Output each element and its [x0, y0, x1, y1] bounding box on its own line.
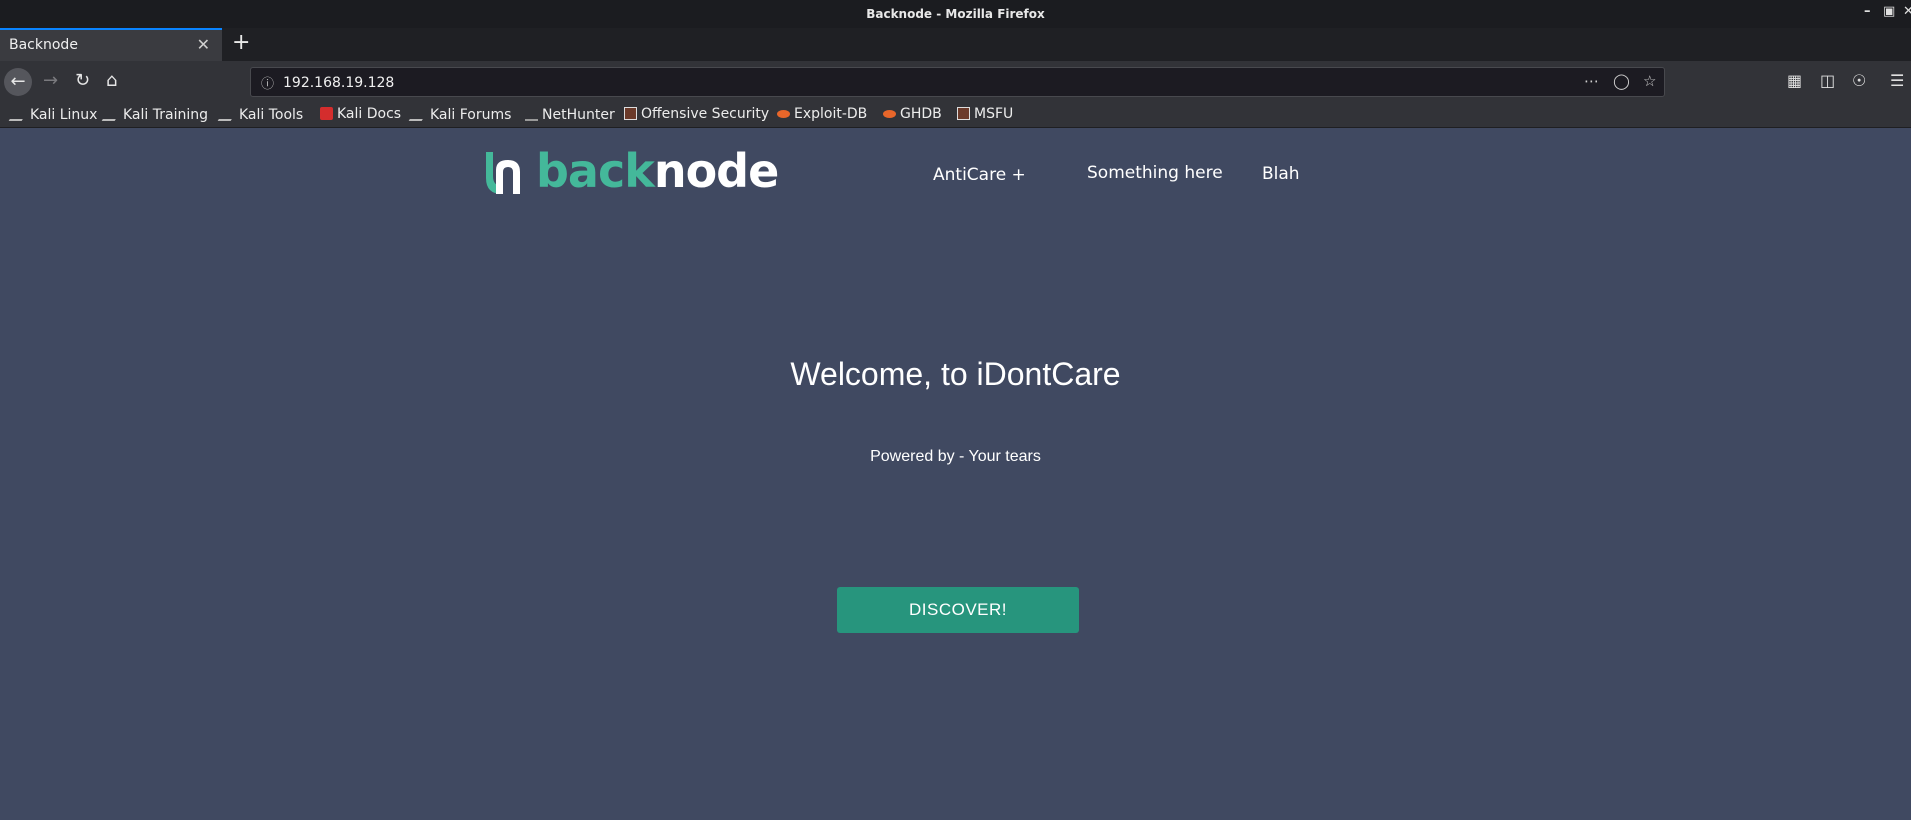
pocket-icon[interactable]: ◯: [1613, 72, 1630, 90]
discover-button[interactable]: DISCOVER!: [837, 587, 1079, 633]
exploit-db-icon: [777, 110, 790, 118]
hero-subtitle: Powered by - Your tears: [870, 448, 1041, 465]
nav-toolbar: ← → ↻ ⌂ ⓘ ⋯ ◯ ☆ ▦ ◫ ☉ ☰: [0, 61, 1911, 103]
tab-backnode[interactable]: Backnode ✕: [0, 28, 222, 61]
window-titlebar: Backnode - Mozilla Firefox – ▣ ✕: [0, 0, 1911, 28]
kali-docs-icon: [320, 107, 333, 120]
nav-blah[interactable]: Blah: [1262, 164, 1300, 184]
nethunter-icon: [525, 106, 538, 121]
kali-dragon-icon: [101, 106, 124, 121]
new-tab-icon[interactable]: +: [232, 30, 250, 55]
library-icon[interactable]: ▦: [1787, 71, 1802, 90]
bookmark-offensive-security[interactable]: Offensive Security: [624, 106, 769, 122]
logo-wordmark-back: back: [536, 144, 655, 198]
home-icon[interactable]: ⌂: [106, 70, 117, 91]
offsec-icon: [624, 107, 637, 120]
maximize-icon[interactable]: ▣: [1883, 4, 1895, 19]
hero-heading: Welcome, to iDontCare: [790, 356, 1121, 392]
nav-something-here[interactable]: Something here: [1087, 163, 1223, 183]
bookmark-kali-training[interactable]: Kali Training: [101, 106, 208, 123]
tab-bar: Backnode ✕ +: [0, 28, 1911, 61]
account-icon[interactable]: ☉: [1852, 71, 1866, 90]
window-title: Backnode - Mozilla Firefox: [866, 7, 1045, 21]
logo-wordmark-node: node: [653, 144, 779, 198]
bookmark-kali-tools[interactable]: Kali Tools: [217, 106, 303, 123]
back-icon[interactable]: ←: [4, 68, 32, 96]
bookmark-star-icon[interactable]: ☆: [1643, 72, 1656, 90]
site-info-icon[interactable]: ⓘ: [261, 73, 274, 92]
sidebar-icon[interactable]: ◫: [1820, 71, 1835, 90]
nav-anticare[interactable]: AntiCare +: [933, 165, 1026, 185]
bookmarks-toolbar: Kali Linux Kali Training Kali Tools Kali…: [0, 103, 1911, 128]
backnode-logo[interactable]: backnode: [482, 144, 779, 198]
bookmark-exploit-db[interactable]: Exploit-DB: [777, 106, 867, 122]
logo-wordmark: backnode: [536, 144, 779, 198]
menu-icon[interactable]: ☰: [1890, 71, 1904, 90]
page-content: backnode AntiCare + Something here Blah …: [0, 128, 1911, 820]
close-window-icon[interactable]: ✕: [1903, 4, 1911, 19]
bookmark-kali-forums[interactable]: Kali Forums: [408, 106, 511, 123]
kali-dragon-icon: [8, 106, 31, 121]
url-input[interactable]: [281, 71, 1535, 95]
address-bar[interactable]: ⓘ ⋯ ◯ ☆: [250, 67, 1665, 97]
reload-icon[interactable]: ↻: [75, 70, 90, 91]
bookmark-ghdb[interactable]: GHDB: [883, 106, 942, 122]
page-actions-icon[interactable]: ⋯: [1584, 72, 1599, 90]
bookmark-kali-linux[interactable]: Kali Linux: [8, 106, 97, 123]
minimize-icon[interactable]: –: [1864, 4, 1871, 19]
tab-close-icon[interactable]: ✕: [197, 35, 210, 54]
bookmark-nethunter[interactable]: NetHunter: [525, 106, 615, 123]
offsec-icon: [957, 107, 970, 120]
forward-icon[interactable]: →: [43, 70, 58, 91]
kali-dragon-icon: [408, 106, 431, 121]
backnode-logo-icon: [486, 152, 520, 194]
kali-dragon-icon: [217, 106, 240, 121]
bookmark-kali-docs[interactable]: Kali Docs: [320, 106, 401, 122]
bookmark-msfu[interactable]: MSFU: [957, 106, 1013, 122]
tab-title: Backnode: [9, 37, 78, 53]
ghdb-icon: [883, 110, 896, 118]
